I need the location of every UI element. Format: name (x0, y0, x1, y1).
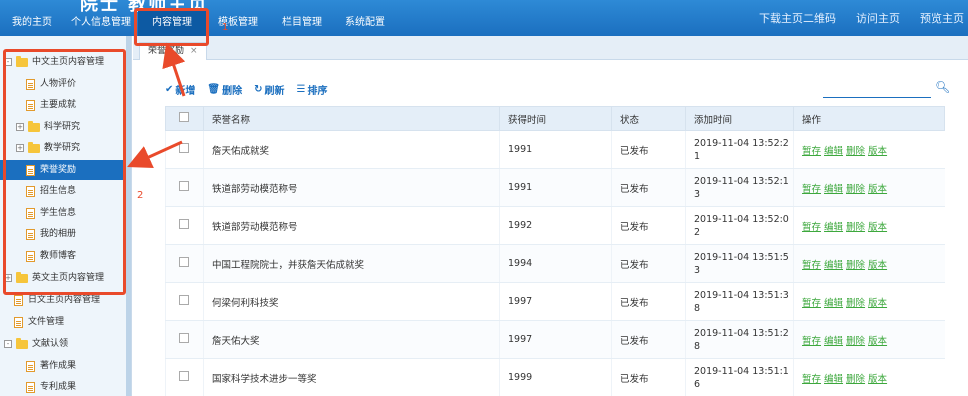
arrow-to-nav (162, 42, 186, 97)
annotation-arrows (127, 42, 186, 168)
arrow-to-sidebar (127, 140, 183, 168)
